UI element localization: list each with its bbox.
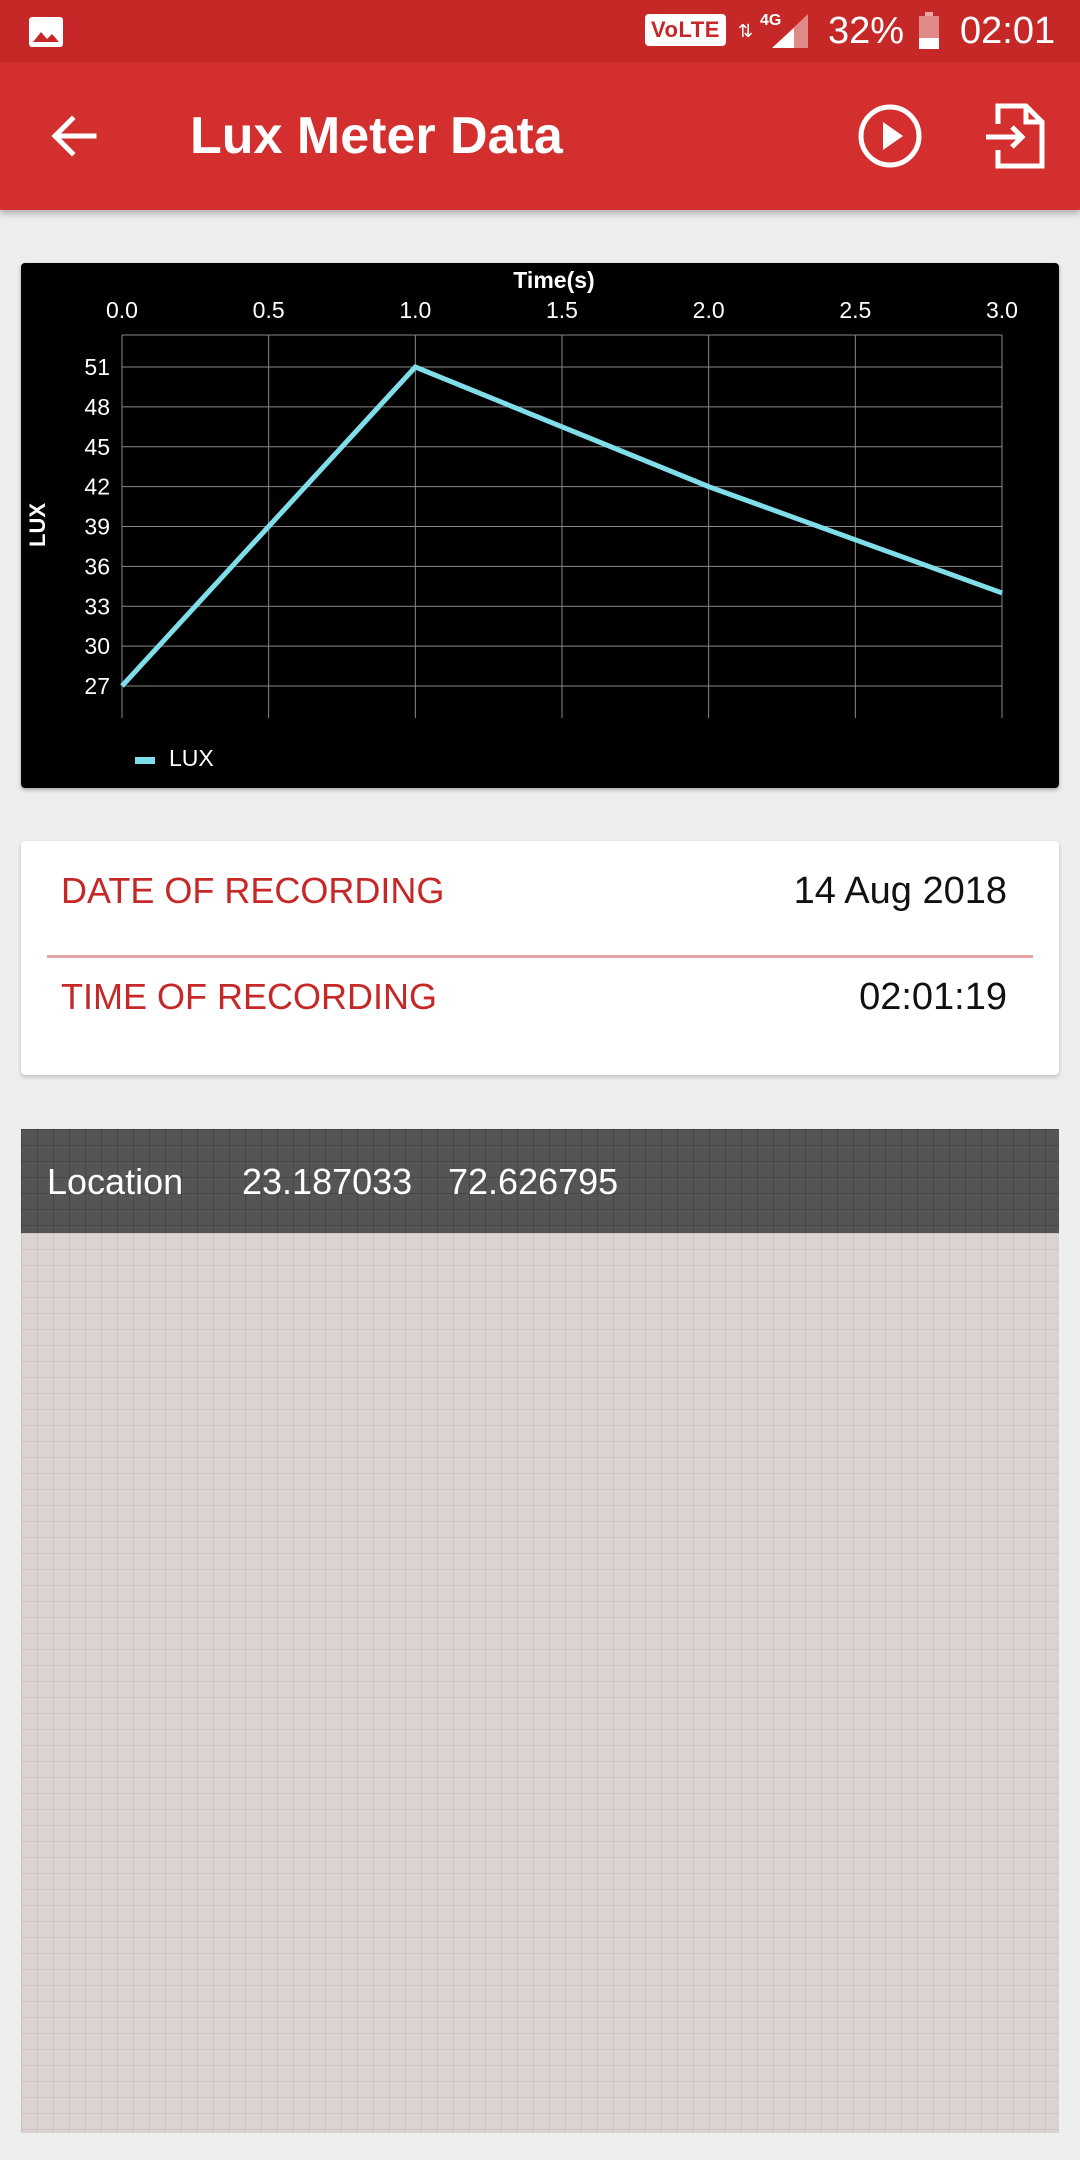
y-tick-label: 36 <box>84 553 110 579</box>
x-tick-label: 2.0 <box>693 297 725 323</box>
data-arrows-icon: ⇅ <box>738 21 754 41</box>
legend-swatch <box>135 757 155 764</box>
location-latitude: 23.187033 <box>242 1161 413 1202</box>
chart-legend: LUX <box>135 745 214 771</box>
time-value: 02:01:19 <box>859 976 1007 1018</box>
arrow-back-icon[interactable] <box>46 108 102 164</box>
time-label: TIME OF RECORDING <box>61 976 437 1017</box>
x-tick-label: 1.0 <box>399 297 431 323</box>
app-bar: Lux Meter Data <box>0 62 1080 210</box>
y-tick-label: 27 <box>84 673 110 699</box>
signal-icon <box>772 14 808 48</box>
network-indicator: ⇅ 4G <box>738 8 781 52</box>
map-view[interactable] <box>21 1233 1059 2133</box>
battery-icon <box>919 12 939 49</box>
location-longitude: 72.626795 <box>448 1161 619 1202</box>
x-tick-label: 3.0 <box>986 297 1018 323</box>
location-label: Location <box>47 1161 184 1202</box>
time-row: TIME OF RECORDING 02:01:19 <box>21 947 1059 1047</box>
page-title: Lux Meter Data <box>190 107 563 165</box>
status-time: 02:01 <box>960 10 1056 52</box>
lux-chart: Time(s) LUX 0.0 0.5 1.0 1.5 2.0 2.5 3.0 51 48 45… <box>21 263 1059 788</box>
export-icon[interactable] <box>984 100 1050 172</box>
lux-chart-svg: Time(s) LUX 0.0 0.5 1.0 1.5 2.0 2.5 3.0 51 48 45… <box>25 267 1018 771</box>
chart-grid <box>121 334 1003 718</box>
location-bar: Location 23.187033 72.626795 <box>21 1129 1059 1233</box>
date-row: DATE OF RECORDING 14 Aug 2018 <box>21 841 1059 941</box>
y-tick-label: 48 <box>84 394 110 420</box>
x-tick-label: 1.5 <box>546 297 578 323</box>
battery-percent: 32% <box>828 10 905 52</box>
y-tick-label: 42 <box>84 474 110 500</box>
y-tick-label: 33 <box>84 593 110 619</box>
gallery-icon <box>29 17 63 47</box>
x-axis-title: Time(s) <box>513 267 594 293</box>
date-value: 14 Aug 2018 <box>793 870 1007 912</box>
recording-info-card: DATE OF RECORDING 14 Aug 2018 TIME OF RE… <box>21 841 1059 1075</box>
x-tick-label: 0.5 <box>253 297 285 323</box>
date-label: DATE OF RECORDING <box>61 870 445 911</box>
y-tick-label: 51 <box>84 354 110 380</box>
x-tick-label: 0.0 <box>106 297 138 323</box>
y-axis-title: LUX <box>25 503 50 547</box>
volte-badge: VoLTE <box>645 14 726 46</box>
status-bar: VoLTE ⇅ 4G 32% 02:01 <box>0 0 1080 62</box>
y-tick-label: 45 <box>84 434 110 460</box>
y-tick-label: 39 <box>84 514 110 540</box>
play-circle-icon[interactable] <box>856 102 924 170</box>
legend-label: LUX <box>169 745 214 771</box>
y-axis-ticks: 51 48 45 42 39 36 33 30 27 <box>84 354 110 699</box>
y-tick-label: 30 <box>84 633 110 659</box>
x-tick-label: 2.5 <box>839 297 871 323</box>
x-axis-ticks: 0.0 0.5 1.0 1.5 2.0 2.5 3.0 <box>106 297 1018 323</box>
